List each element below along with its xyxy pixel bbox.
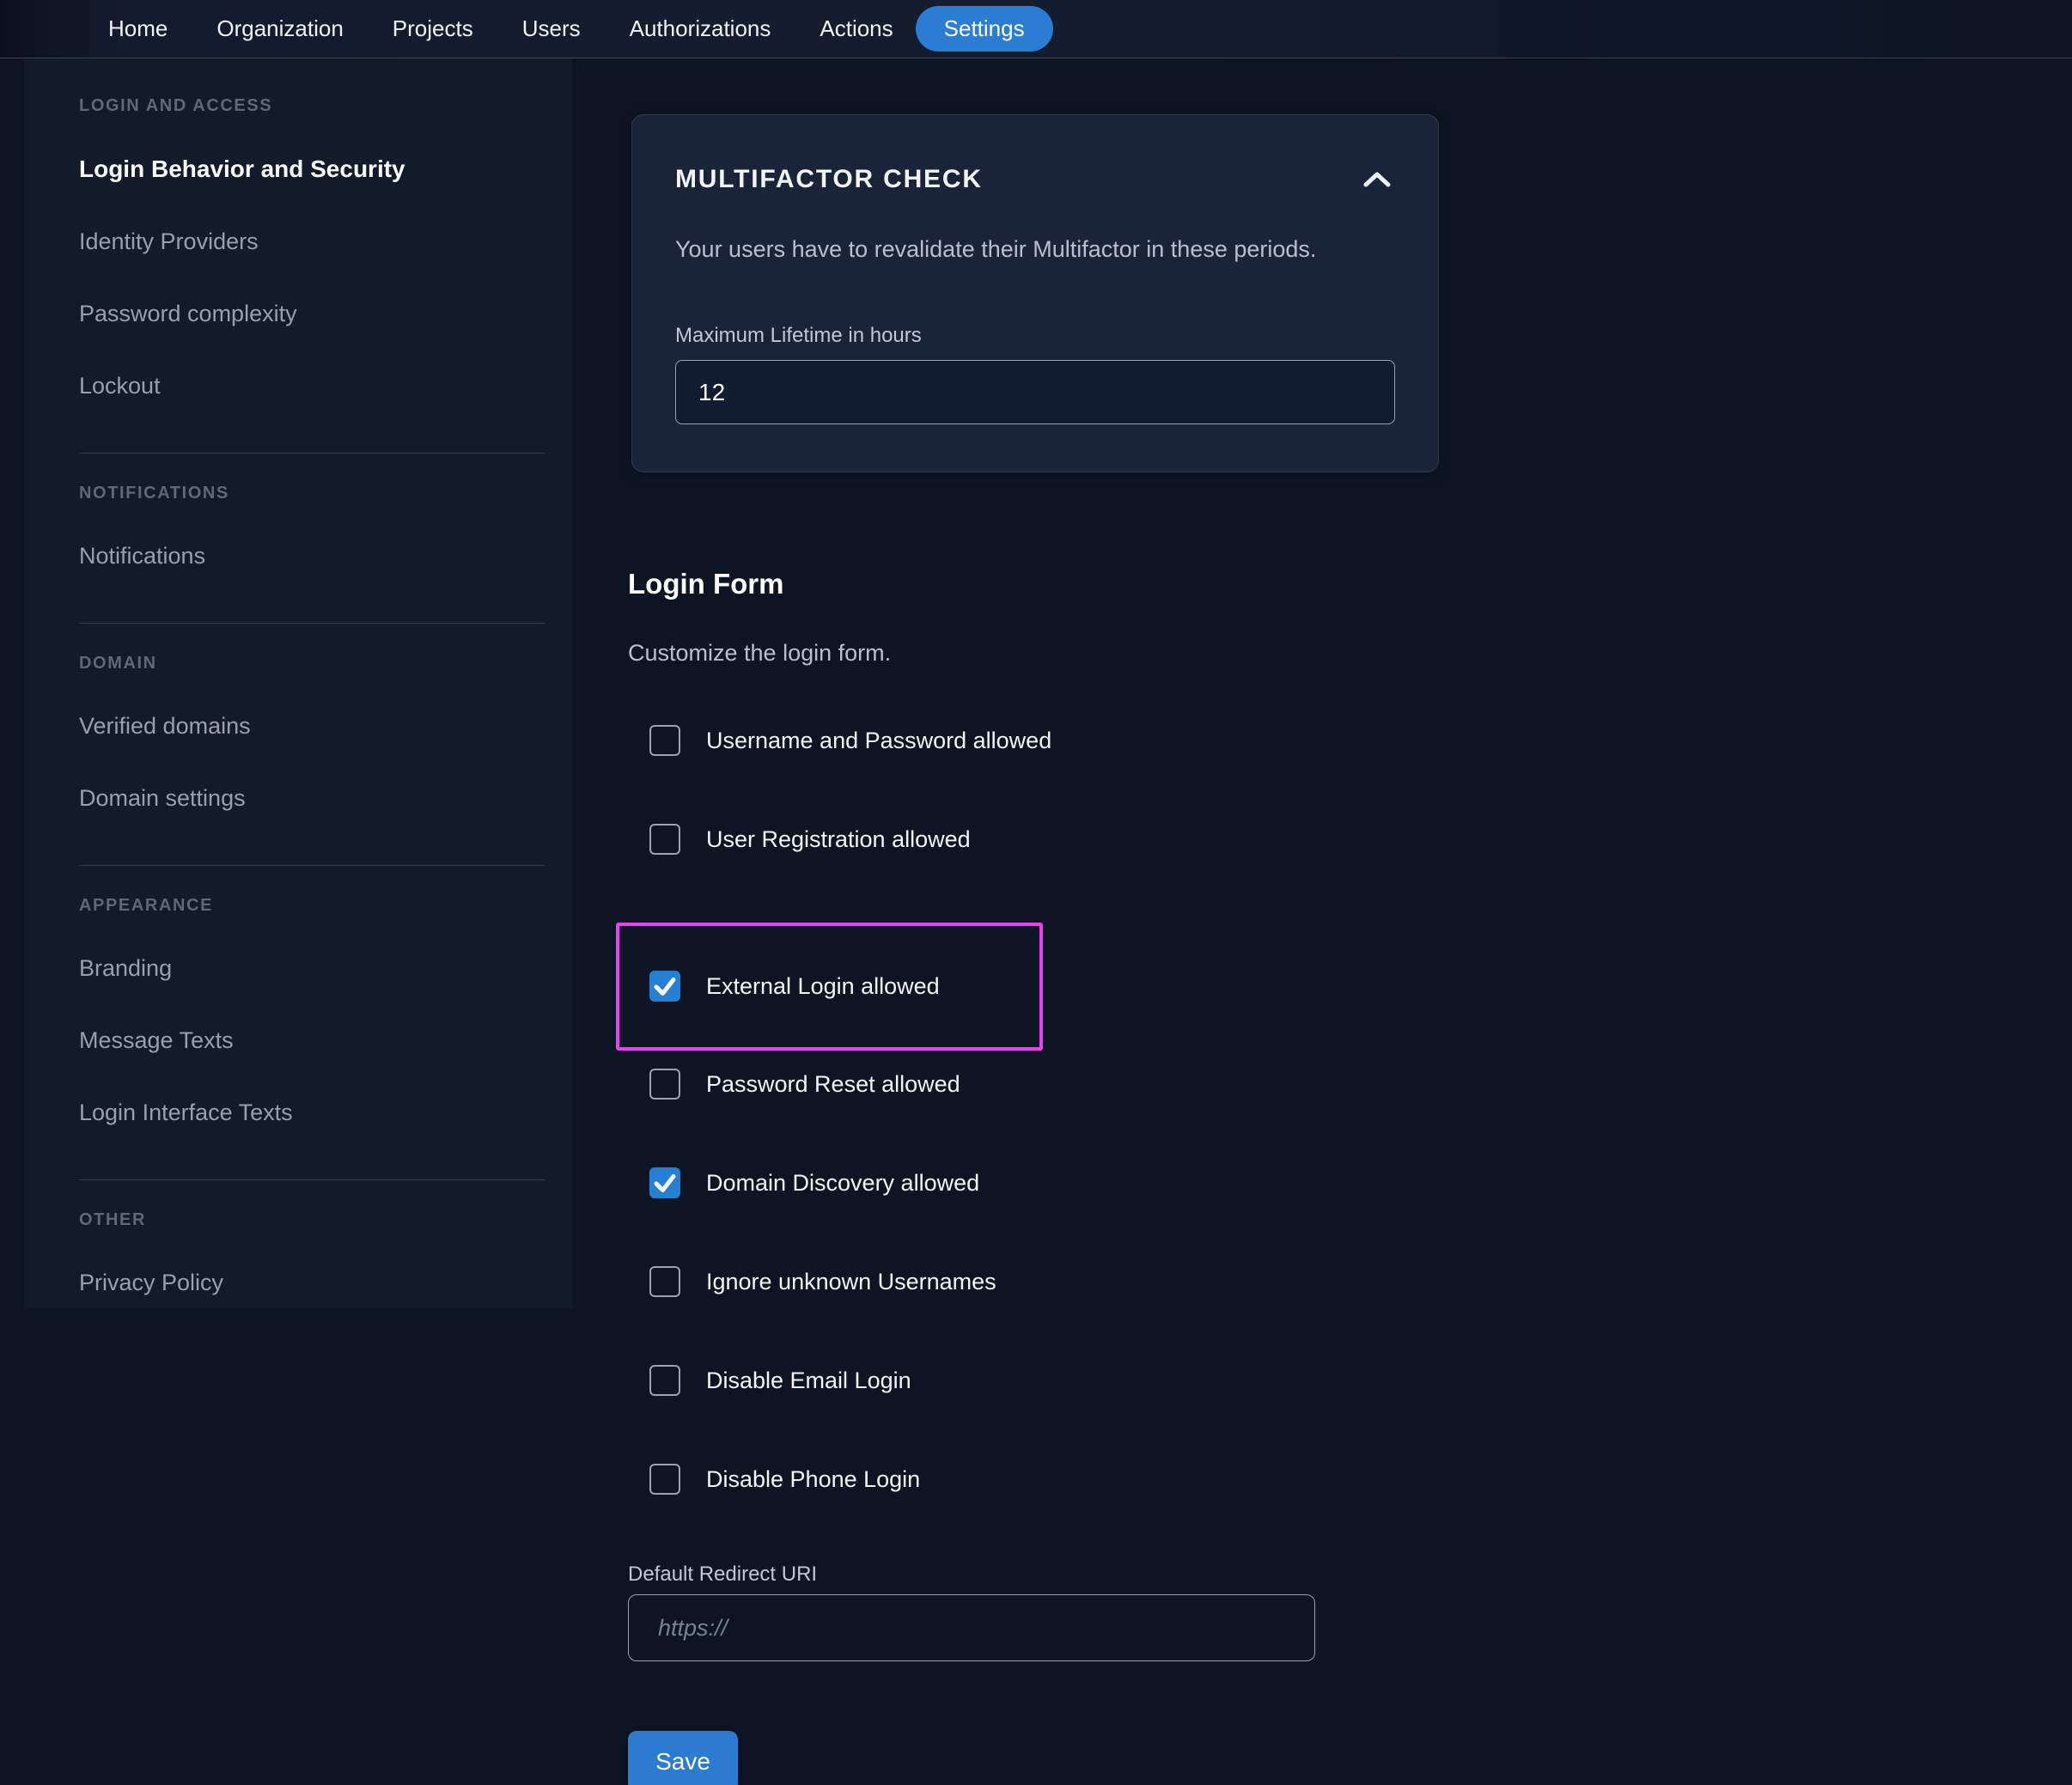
default-redirect-uri-label: Default Redirect URI [628, 1563, 818, 1586]
checkbox[interactable] [649, 1069, 680, 1100]
top-navigation: Home Organization Projects Users Authori… [0, 0, 2072, 58]
checkbox[interactable] [649, 1464, 680, 1495]
max-lifetime-label: Maximum Lifetime in hours [675, 324, 922, 347]
settings-sidebar: LOGIN AND ACCESS Login Behavior and Secu… [24, 58, 572, 1308]
sidebar-item-login-behavior-and-security[interactable]: Login Behavior and Security [79, 155, 545, 183]
sidebar-item-branding[interactable]: Branding [79, 955, 545, 982]
checkbox-row-user-registration[interactable]: User Registration allowed [628, 824, 971, 855]
main-content: MULTIFACTOR CHECK Your users have to rev… [572, 58, 2072, 1785]
chevron-up-icon [1362, 172, 1392, 191]
login-form-options: Username and Password allowed User Regis… [616, 725, 2072, 1495]
checkbox[interactable] [649, 971, 680, 1002]
checkbox-row-password-reset[interactable]: Password Reset allowed [628, 1069, 960, 1100]
sidebar-item-lockout[interactable]: Lockout [79, 373, 545, 399]
max-lifetime-input[interactable] [675, 360, 1395, 424]
sidebar-item-identity-providers[interactable]: Identity Providers [79, 228, 545, 255]
checkbox-label: External Login allowed [706, 972, 940, 999]
sidebar-item-verified-domains[interactable]: Verified domains [79, 713, 545, 740]
checkbox-label: Domain Discovery allowed [706, 1169, 980, 1196]
nav-item-settings[interactable]: Settings [915, 6, 1053, 52]
nav-item-organization[interactable]: Organization [216, 15, 343, 42]
checkbox-label: Disable Email Login [706, 1367, 911, 1393]
login-form-subtitle: Customize the login form. [628, 640, 892, 666]
sidebar-item-password-complexity[interactable]: Password complexity [79, 301, 545, 327]
checkbox-row-domain-discovery[interactable]: Domain Discovery allowed [628, 1167, 979, 1198]
collapse-card-button[interactable] [1359, 168, 1395, 192]
sidebar-section-header: NOTIFICATIONS [79, 484, 229, 503]
default-redirect-uri-input[interactable] [628, 1594, 1315, 1661]
checkbox[interactable] [649, 725, 680, 756]
highlight-box: External Login allowed [616, 923, 1043, 1051]
check-icon [649, 1167, 680, 1198]
sidebar-section-login-and-access: LOGIN AND ACCESS Login Behavior and Secu… [79, 96, 545, 399]
nav-item-projects[interactable]: Projects [393, 15, 473, 42]
sidebar-section-notifications: NOTIFICATIONS Notifications [79, 484, 545, 570]
check-icon [649, 971, 680, 1002]
sidebar-section-appearance: APPEARANCE Branding Message Texts Login … [79, 896, 545, 1126]
settings-page: Home Organization Projects Users Authori… [0, 0, 2072, 1785]
card-title: MULTIFACTOR CHECK [675, 165, 983, 193]
save-button[interactable]: Save [628, 1731, 738, 1785]
divider [79, 623, 545, 624]
checkbox-label: Password Reset allowed [706, 1070, 960, 1097]
checkbox-row-username-password[interactable]: Username and Password allowed [628, 725, 1051, 756]
nav-item-home[interactable]: Home [108, 15, 168, 42]
checkbox-label: Disable Phone Login [706, 1465, 921, 1492]
checkbox[interactable] [649, 824, 680, 855]
checkbox-row-disable-phone-login[interactable]: Disable Phone Login [628, 1464, 920, 1495]
checkbox-label: User Registration allowed [706, 825, 971, 852]
sidebar-section-header: OTHER [79, 1210, 146, 1229]
nav-item-actions[interactable]: Actions [820, 15, 893, 42]
divider [79, 453, 545, 454]
sidebar-section-header: LOGIN AND ACCESS [79, 96, 273, 115]
sidebar-section-header: APPEARANCE [79, 896, 214, 915]
login-form-title: Login Form [628, 568, 784, 600]
nav-item-users[interactable]: Users [522, 15, 581, 42]
sidebar-section-domain: DOMAIN Verified domains Domain settings [79, 654, 545, 812]
sidebar-section-other: OTHER Privacy Policy [79, 1210, 545, 1296]
sidebar-item-login-interface-texts[interactable]: Login Interface Texts [79, 1100, 545, 1126]
multifactor-check-card: MULTIFACTOR CHECK Your users have to rev… [631, 114, 1439, 472]
sidebar-item-privacy-policy[interactable]: Privacy Policy [79, 1270, 545, 1296]
divider [79, 1179, 545, 1180]
checkbox[interactable] [649, 1365, 680, 1396]
checkbox[interactable] [649, 1266, 680, 1297]
checkbox-row-ignore-unknown-usernames[interactable]: Ignore unknown Usernames [628, 1266, 996, 1297]
sidebar-section-header: DOMAIN [79, 654, 157, 673]
checkbox-row-external-login[interactable]: External Login allowed [649, 971, 940, 1002]
sidebar-item-domain-settings[interactable]: Domain settings [79, 785, 545, 812]
divider [79, 865, 545, 866]
sidebar-item-notifications[interactable]: Notifications [79, 543, 545, 570]
checkbox[interactable] [649, 1167, 680, 1198]
checkbox-row-disable-email-login[interactable]: Disable Email Login [628, 1365, 911, 1396]
sidebar-item-message-texts[interactable]: Message Texts [79, 1027, 545, 1054]
nav-item-authorizations[interactable]: Authorizations [630, 15, 771, 42]
checkbox-label: Username and Password allowed [706, 727, 1052, 753]
card-description: Your users have to revalidate their Mult… [675, 236, 1317, 262]
checkbox-label: Ignore unknown Usernames [706, 1268, 996, 1295]
